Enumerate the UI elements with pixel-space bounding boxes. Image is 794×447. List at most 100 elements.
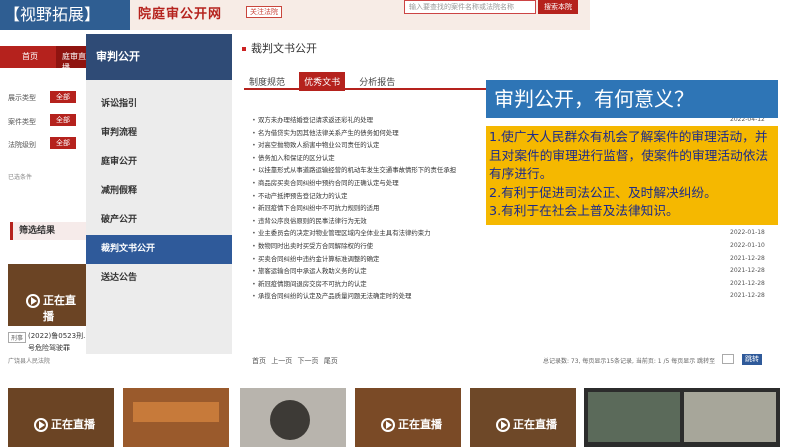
follow-badge[interactable]: 关注法院 <box>246 6 282 18</box>
document-title[interactable]: 承揽合同纠纷的认定及产品质量问题无法确定时的处理 <box>258 290 411 303</box>
courtroom-bench <box>133 402 219 422</box>
person-silhouette <box>270 400 310 440</box>
side-menu-header: 审判公开 <box>86 34 232 80</box>
document-row[interactable]: • 新冠疫情期间退房交房不可抗力的认定 2021-12-28 <box>252 278 772 291</box>
video-thumb-5[interactable]: 正在直播 <box>470 388 576 447</box>
callout-point-2: 2.有利于促进司法公正、及时解决纠纷。 <box>489 184 717 200</box>
document-title[interactable]: 商品房买卖合同纠纷中预约合同的正确认定与处理 <box>258 177 399 190</box>
document-title[interactable]: 以挂靠形式从事道路运输经营的机动车发生交通事故情形下的责任承担 <box>258 164 456 177</box>
case-title[interactable]: (2022)鲁0523刑... 号危险驾驶罪 <box>28 330 90 354</box>
bullet-icon: • <box>252 292 256 301</box>
page-last[interactable]: 尾页 <box>324 357 338 365</box>
bullet-icon: • <box>252 116 256 124</box>
filter-label-display: 展示类型 <box>8 94 36 102</box>
callout-point-3: 3.有利于在社会上普及法律知识。 <box>489 203 679 218</box>
video-thumb-1[interactable]: 正在直播 <box>8 388 114 447</box>
page-prev[interactable]: 上一页 <box>271 357 292 365</box>
document-row[interactable]: • 数物同时出卖时买受方合同解除权的行使 2022-01-10 <box>252 240 772 253</box>
video-thumb-3[interactable] <box>240 388 346 447</box>
document-title[interactable]: 对高空抛物致人损害中物业公司责任的认定 <box>258 139 379 152</box>
case-video-thumb[interactable]: 正在直播 <box>8 264 86 326</box>
bullet-icon: • <box>252 241 256 250</box>
live-label: 正在直播 <box>43 294 76 323</box>
bullet-icon: • <box>252 166 256 175</box>
document-row[interactable]: • 买卖合同纠纷中违约金计算标准调整的确定 2021-12-28 <box>252 253 772 266</box>
document-title[interactable]: 债务加入和保证的区分认定 <box>258 152 335 165</box>
document-title[interactable]: 数物同时出卖时买受方合同解除权的行使 <box>258 240 373 253</box>
nav-home[interactable]: 首页 <box>22 51 38 62</box>
search-input[interactable]: 输入要查找的案件名称或法院名称 <box>404 0 536 14</box>
live-label: 正在直播 <box>51 418 95 431</box>
side-item-bankruptcy[interactable]: 破产公开 <box>86 206 232 235</box>
document-title[interactable]: 买卖合同纠纷中违约金计算标准调整的确定 <box>258 253 379 266</box>
document-title[interactable]: 新冠疫情下合同纠纷中不可抗力规则的适用 <box>258 202 379 215</box>
side-item-commutation[interactable]: 减刑假释 <box>86 177 232 206</box>
video-thumb-4[interactable]: 正在直播 <box>355 388 461 447</box>
document-date: 2022-01-18 <box>730 229 765 237</box>
page-first[interactable]: 首页 <box>252 357 266 365</box>
record-summary: 总记录数: 73, 每页显示15条记录, 当前页: 1 /5 每页显示 跳转至 <box>543 358 716 365</box>
case-type-tag: 刑事 <box>8 332 27 343</box>
panel-title: 裁判文书公开 <box>242 40 317 56</box>
video-thumb-6[interactable] <box>584 388 780 447</box>
video-grid-cell <box>588 392 680 442</box>
document-date: 2021-12-28 <box>730 292 765 300</box>
bullet-icon: • <box>252 141 256 150</box>
side-item-trial[interactable]: 庭审公开 <box>86 148 232 177</box>
filter-chip-display[interactable]: 全部 <box>50 91 76 103</box>
corner-tag: 【视野拓展】 <box>0 0 130 30</box>
play-icon <box>381 418 395 432</box>
page-next[interactable]: 下一页 <box>297 357 318 365</box>
document-title[interactable]: 不动产抵押预告登记效力的认定 <box>258 190 347 203</box>
side-item-guide[interactable]: 诉讼指引 <box>86 90 232 119</box>
bullet-icon: • <box>252 153 256 162</box>
document-title[interactable]: 违背公序良俗原则的民事法律行为无效 <box>258 215 367 228</box>
case-court: 广饶县人民法院 <box>8 358 51 365</box>
side-menu: 审判公开 诉讼指引 审判流程 庭审公开 减刑假释 破产公开 裁判文书公开 送达公… <box>86 34 232 354</box>
chosen-conditions: 已选条件 <box>8 174 33 181</box>
results-heading: 筛选结果 <box>10 222 86 240</box>
bullet-icon: • <box>252 178 256 187</box>
document-date: 2021-12-28 <box>730 267 765 275</box>
pagination: 首页 上一页 下一页 尾页 <box>252 356 338 366</box>
nav-live-label: 庭审直播 <box>62 52 86 72</box>
filter-label-case: 案件类型 <box>8 118 36 126</box>
document-row[interactable]: • 旅客运输合同中承运人救助义务的认定 2021-12-28 <box>252 265 772 278</box>
play-icon <box>34 418 48 432</box>
document-date: 2021-12-28 <box>730 254 765 262</box>
bullet-icon: • <box>252 254 256 263</box>
bullet-icon: • <box>252 279 256 288</box>
search-button[interactable]: 搜索本院 <box>538 0 578 14</box>
side-item-judgments[interactable]: 裁判文书公开 <box>86 235 232 264</box>
filter-chip-level[interactable]: 全部 <box>50 137 76 149</box>
site-logo: 院庭审公开网 <box>138 7 223 22</box>
document-title[interactable]: 旅客运输合同中承运人救助义务的认定 <box>258 265 367 278</box>
bullet-icon: • <box>252 128 256 137</box>
callout-title: 审判公开，有何意义？ <box>486 80 778 118</box>
nav-live[interactable]: 庭审直播 <box>56 46 86 72</box>
bullet-icon: • <box>252 191 256 200</box>
bullet-icon: • <box>252 216 256 225</box>
side-item-service[interactable]: 送达公告 <box>86 264 232 293</box>
filter-label-level: 法院级别 <box>8 141 36 149</box>
jump-button[interactable]: 跳转 <box>742 354 762 365</box>
video-grid-cell <box>684 392 776 442</box>
bullet-icon: • <box>252 267 256 276</box>
document-title[interactable]: 名为借贷实为因其他法律关系产生的债务如何处理 <box>258 127 399 140</box>
bullet-icon: • <box>252 204 256 213</box>
video-thumb-2[interactable] <box>123 388 229 447</box>
document-row[interactable]: • 业主委员会的决定对物业管理区域内全体业主具有法律约束力 2022-01-18 <box>252 227 772 240</box>
document-title[interactable]: 双方未办理结婚登记请求返还彩礼的处理 <box>258 114 373 127</box>
document-row[interactable]: • 承揽合同纠纷的认定及产品质量问题无法确定时的处理 2021-12-28 <box>252 290 772 303</box>
callout-body: 1.使广大人民群众有机会了解案件的审理活动，并且对案件的审理进行监督，使案件的审… <box>486 126 778 225</box>
filter-chip-case[interactable]: 全部 <box>50 114 76 126</box>
side-item-process[interactable]: 审判流程 <box>86 119 232 148</box>
page-number-input[interactable] <box>722 354 734 364</box>
bullet-icon: • <box>252 229 256 238</box>
play-icon <box>26 294 40 308</box>
live-label: 正在直播 <box>398 418 442 431</box>
callout-point-1: 1.使广大人民群众有机会了解案件的审理活动，并且对案件的审理进行监督，使案件的审… <box>489 129 769 181</box>
document-title[interactable]: 新冠疫情期间退房交房不可抗力的认定 <box>258 278 367 291</box>
document-date: 2022-01-10 <box>730 241 765 249</box>
document-title[interactable]: 业主委员会的决定对物业管理区域内全体业主具有法律约束力 <box>258 227 431 240</box>
